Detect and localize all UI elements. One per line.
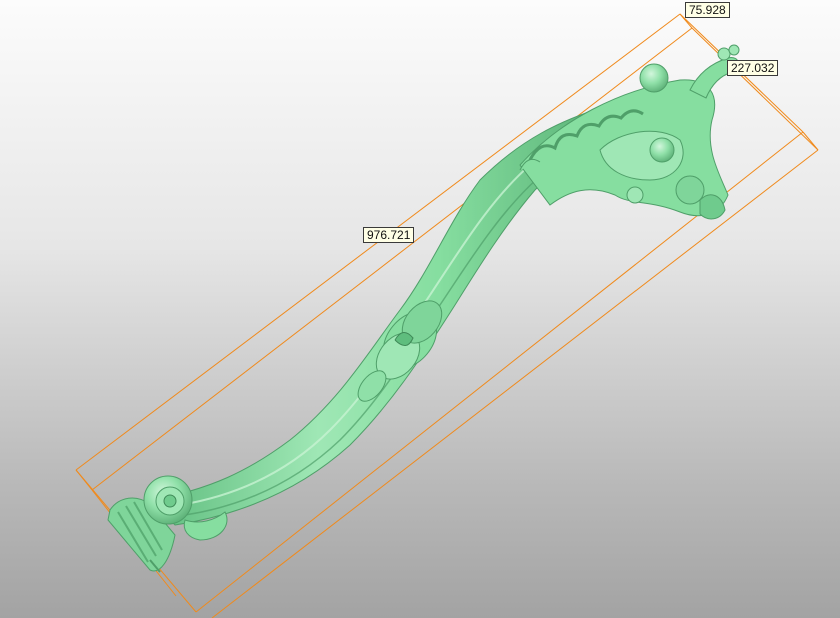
dimension-depth-label[interactable]: 227.032 <box>727 60 779 76</box>
carved-leg-model[interactable] <box>107 44 740 573</box>
3d-viewport[interactable]: 75.928 227.032 976.721 <box>0 0 840 618</box>
dimension-length-label[interactable]: 976.721 <box>363 227 415 243</box>
scene-canvas[interactable] <box>0 0 840 618</box>
top-knob <box>639 63 669 93</box>
dimension-width-label[interactable]: 75.928 <box>685 2 730 18</box>
